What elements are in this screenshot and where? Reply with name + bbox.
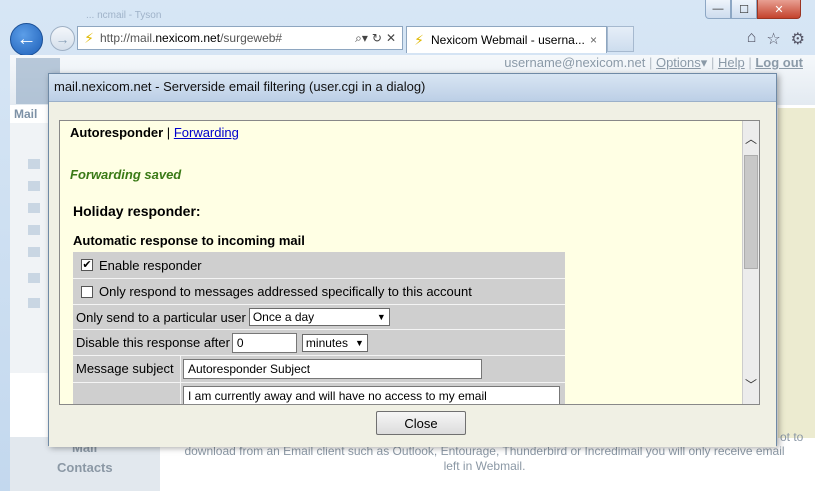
new-tab-button[interactable] xyxy=(607,26,634,52)
chevron-down-icon: ▼ xyxy=(376,312,386,322)
disable-label: Disable this response after xyxy=(76,335,230,350)
chevron-down-icon: ▼ xyxy=(355,337,364,348)
disable-unit-select[interactable]: minutes ▼ xyxy=(301,333,368,352)
folder-icon[interactable] xyxy=(28,159,40,169)
nav-contacts[interactable]: Contacts xyxy=(57,460,113,475)
enable-label: Enable responder xyxy=(99,257,202,273)
refresh-icon[interactable]: ↻ xyxy=(372,31,382,46)
send-user-row: Only send to a particular user Once a da… xyxy=(73,305,565,330)
send-user-label: Only send to a particular user xyxy=(76,309,246,325)
dialog-title: mail.nexicom.net - Serverside email filt… xyxy=(49,74,776,102)
home-icon[interactable]: ⌂ xyxy=(747,29,757,49)
dialog-content: Autoresponder | Forwarding Forwarding sa… xyxy=(59,120,760,405)
browser-toolbar: ⌂ ☆ ⚙ xyxy=(747,29,805,49)
subject-row: Message subject Autoresponder Subject xyxy=(73,356,565,383)
search-icon[interactable]: ⌕▾ xyxy=(355,31,368,46)
responder-form: ✔ Enable responder Only respond to messa… xyxy=(73,252,565,404)
tab-autoresponder[interactable]: Autoresponder xyxy=(70,125,163,140)
folder-icon[interactable] xyxy=(28,225,40,235)
arrow-right-icon: → xyxy=(55,30,70,47)
user-email: username@nexicom.net xyxy=(504,55,646,70)
scroll-down-icon[interactable]: ﹀ xyxy=(743,376,759,393)
tab-separator: | xyxy=(166,125,171,140)
page-right-panel xyxy=(778,108,815,438)
tag-icon[interactable] xyxy=(28,273,40,283)
address-url[interactable]: http://mail.nexicom.net/surgeweb# xyxy=(100,31,355,45)
minimize-button[interactable]: — xyxy=(705,0,731,19)
user-bar: username@nexicom.net | Options▾ | Help |… xyxy=(504,55,803,70)
address-bar[interactable]: ⚡ http://mail.nexicom.net/surgeweb# ⌕▾ ↻… xyxy=(77,26,403,50)
tab-title: Nexicom Webmail - userna... xyxy=(431,33,585,47)
logout-link[interactable]: Log out xyxy=(755,55,803,70)
forward-button[interactable]: → xyxy=(50,26,75,51)
options-link[interactable]: Options xyxy=(656,55,701,70)
window-title: ... ncmail - Tyson xyxy=(86,10,162,21)
subject-input[interactable]: Autoresponder Subject xyxy=(183,359,482,379)
auto-response-heading: Automatic response to incoming mail xyxy=(73,233,305,248)
folder-icon[interactable] xyxy=(28,247,40,257)
scroll-thumb[interactable] xyxy=(744,155,758,269)
site-favicon-icon: ⚡ xyxy=(414,31,424,48)
tab-close-icon[interactable]: × xyxy=(590,33,606,47)
star-icon[interactable]: ☆ xyxy=(766,29,780,49)
stop-icon[interactable]: ✕ xyxy=(386,31,396,46)
disable-after-input[interactable]: 0 xyxy=(231,332,297,353)
maximize-button[interactable]: ☐ xyxy=(731,0,757,19)
window-controls: — ☐ ✕ xyxy=(705,0,801,20)
browser-tab[interactable]: ⚡ Nexicom Webmail - userna... × xyxy=(406,26,607,53)
scroll-up-icon[interactable]: ︿ xyxy=(743,130,759,147)
status-message: Forwarding saved xyxy=(70,167,182,182)
folder-icon[interactable] xyxy=(28,203,40,213)
enable-row: ✔ Enable responder xyxy=(73,252,565,279)
search-icon[interactable] xyxy=(28,298,40,308)
info-text-fragment: ot to xyxy=(780,430,804,444)
dialog-scrollbar[interactable]: ︿ ﹀ xyxy=(742,121,759,404)
help-link[interactable]: Help xyxy=(718,55,745,70)
filter-dialog: mail.nexicom.net - Serverside email filt… xyxy=(48,73,777,447)
only-respond-row: Only respond to messages addressed speci… xyxy=(73,279,565,305)
subject-label: Message subject xyxy=(76,361,174,376)
tab-forwarding[interactable]: Forwarding xyxy=(174,125,239,140)
folder-sidebar xyxy=(10,123,48,373)
site-favicon-icon: ⚡ xyxy=(84,29,94,46)
only-respond-checkbox[interactable] xyxy=(81,285,93,298)
only-respond-label: Only respond to messages addressed speci… xyxy=(99,284,472,299)
gear-icon[interactable]: ⚙ xyxy=(791,29,805,49)
info-text: download from an Email client such as Ou… xyxy=(184,444,785,473)
message-textarea[interactable]: I am currently away and will have no acc… xyxy=(183,386,560,404)
back-button[interactable]: ← xyxy=(10,23,43,56)
mail-section-label: Mail xyxy=(14,107,38,121)
enable-checkbox[interactable]: ✔ xyxy=(81,259,93,271)
disable-row: Disable this response after 0 minutes ▼ xyxy=(73,330,565,356)
message-row: I am currently away and will have no acc… xyxy=(73,383,565,404)
arrow-left-icon: ← xyxy=(16,28,37,50)
holiday-heading: Holiday responder: xyxy=(73,203,201,219)
folder-icon[interactable] xyxy=(28,181,40,191)
chevron-down-icon: ▾ xyxy=(700,55,708,70)
close-window-button[interactable]: ✕ xyxy=(757,0,801,19)
send-frequency-select[interactable]: Once a day ▼ xyxy=(248,308,390,326)
close-button[interactable]: Close xyxy=(376,411,466,435)
dialog-tabs: Autoresponder | Forwarding xyxy=(70,125,239,140)
